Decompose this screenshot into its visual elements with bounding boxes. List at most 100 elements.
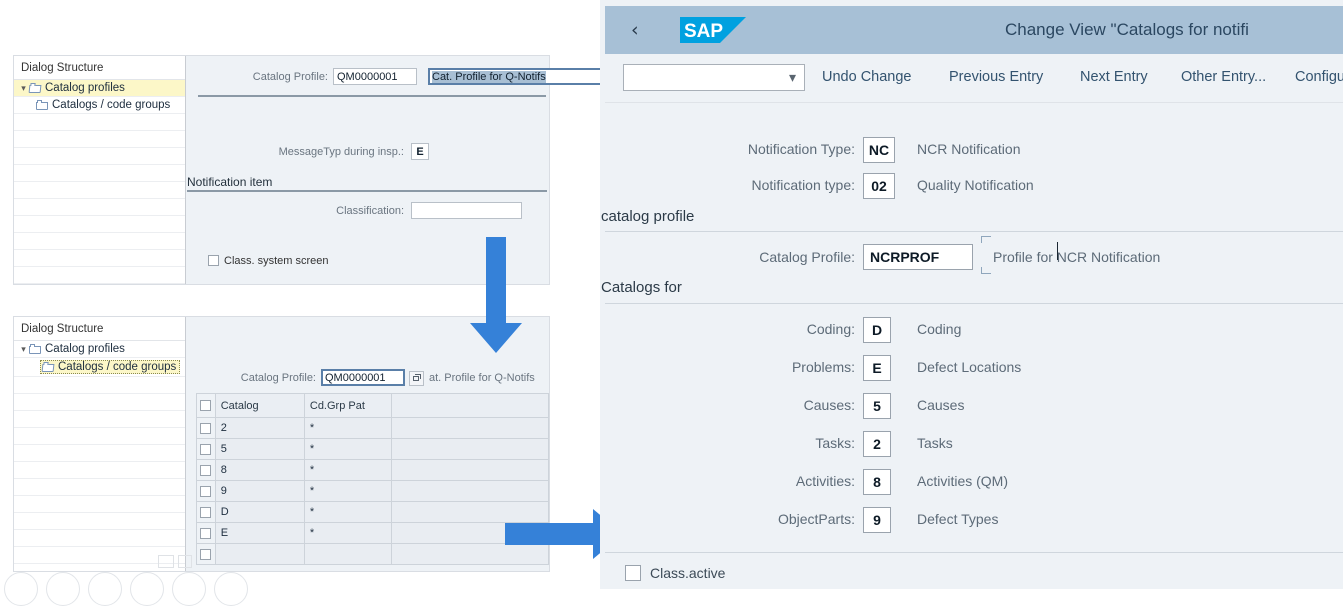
row-select-cell[interactable] — [196, 459, 216, 481]
sap-form-body: Notification Type: NC NCR Notification N… — [601, 103, 1343, 589]
row-checkbox[interactable] — [200, 443, 212, 455]
value-help-icon[interactable] — [409, 371, 424, 387]
previous-entry-button[interactable]: Previous Entry — [949, 69, 1043, 85]
chevron-down-icon[interactable]: ▾ — [789, 70, 796, 86]
class-active-row[interactable]: Class.active — [625, 564, 725, 582]
folder-open-icon — [41, 362, 55, 372]
back-chevron-icon[interactable]: ‹ — [631, 20, 643, 40]
classification-input[interactable] — [411, 202, 522, 219]
text-cursor — [1057, 242, 1058, 260]
row-checkbox[interactable] — [200, 485, 212, 497]
configuration-button[interactable]: Configuration — [1295, 69, 1343, 85]
other-entry-button[interactable]: Other Entry... — [1181, 69, 1266, 85]
tree-item-catalog-profiles[interactable]: ▾ Catalog profiles — [14, 80, 185, 97]
select-all-cell[interactable] — [196, 393, 216, 418]
undo-change-button[interactable]: Undo Change — [822, 69, 912, 85]
notification-subtype-input[interactable]: 02 — [863, 173, 895, 199]
tree-row-empty — [14, 513, 185, 530]
back-circle-icon[interactable] — [4, 572, 38, 606]
edit-circle-icon[interactable] — [88, 572, 122, 606]
row-select-cell[interactable] — [196, 501, 216, 523]
catalog-profile-label: Catalog Profile: — [252, 71, 328, 83]
table-row[interactable]: E * — [196, 522, 550, 544]
table-row[interactable] — [196, 543, 550, 565]
tree-row-empty — [14, 199, 185, 216]
table-row[interactable]: 5 * — [196, 438, 550, 460]
tree-row-empty — [14, 250, 185, 267]
tree-item-label: Catalogs / code groups — [58, 361, 177, 373]
dialog-structure-tree-top: Dialog Structure ▾ Catalog profiles Cata… — [14, 56, 186, 284]
notification-type-description: NCR Notification — [917, 141, 1021, 157]
class-active-checkbox[interactable] — [625, 564, 641, 581]
row-checkbox[interactable] — [200, 422, 212, 434]
table-row[interactable]: 9 * — [196, 480, 550, 502]
catalog-profile-description-input[interactable]: Cat. Profile for Q-Notifs — [428, 68, 603, 85]
catalog-profile-input[interactable]: QM0000001 — [333, 68, 417, 85]
table-row[interactable]: D * — [196, 501, 550, 523]
table-row[interactable]: 8 * — [196, 459, 550, 481]
row-select-cell[interactable] — [196, 522, 216, 544]
notification-type-input[interactable]: NC — [863, 137, 895, 163]
catalog-row-input[interactable]: D — [863, 317, 891, 343]
refresh-circle-icon[interactable] — [172, 572, 206, 606]
notification-subtype-label: Notification type: — [751, 177, 856, 193]
catalogs-code-groups-form: Catalog Profile: QM0000001 at. Profile f… — [186, 317, 550, 571]
tree-row-empty — [14, 131, 185, 148]
next-entry-button[interactable]: Next Entry — [1080, 69, 1148, 85]
row-checkbox[interactable] — [200, 464, 212, 476]
tree-item-catalogs-code-groups[interactable]: Catalogs / code groups — [14, 97, 185, 114]
catalog-profile-input[interactable]: QM0000001 — [321, 369, 405, 386]
table-row[interactable]: 2 * — [196, 417, 550, 439]
class-system-screen-label: Class. system screen — [224, 254, 329, 267]
column-header-catalog[interactable]: Catalog — [214, 393, 305, 418]
column-header-filler — [390, 393, 550, 418]
window-circle-icon[interactable] — [130, 572, 164, 606]
chevron-down-icon[interactable]: ▾ — [18, 344, 29, 355]
catalog-row-input[interactable]: 9 — [863, 507, 891, 533]
row-select-cell[interactable] — [196, 543, 216, 565]
tree-row-empty — [14, 267, 185, 284]
cell-catalog — [214, 543, 305, 565]
tree-item-catalog-profiles[interactable]: ▾ Catalog profiles — [14, 341, 185, 358]
cell-cd-grp-pat: * — [303, 417, 392, 439]
more-circle-icon[interactable] — [214, 572, 248, 606]
toolbar-dropdown[interactable]: ▾ — [623, 64, 805, 91]
catalog-row-input[interactable]: 8 — [863, 469, 891, 495]
catalog-row-input[interactable]: 2 — [863, 431, 891, 457]
row-select-cell[interactable] — [196, 438, 216, 460]
message-type-input[interactable]: E — [411, 143, 429, 160]
catalog-row-input[interactable]: 5 — [863, 393, 891, 419]
tree-row-empty — [14, 377, 185, 394]
class-system-screen-row[interactable]: Class. system screen — [208, 252, 329, 270]
sap-header-bar: ‹ SAP Change View "Catalogs for notifi — [605, 6, 1343, 54]
tree-row-empty — [14, 445, 185, 462]
tree-item-label: Catalog profiles — [45, 343, 125, 355]
row-checkbox[interactable] — [200, 527, 212, 539]
folder-open-icon — [28, 83, 42, 93]
chevron-down-icon[interactable]: ▾ — [18, 83, 29, 94]
catalog-row-label: ObjectParts: — [777, 511, 855, 527]
cell-cd-grp-pat — [303, 543, 392, 565]
row-select-cell[interactable] — [196, 480, 216, 502]
class-system-screen-checkbox[interactable] — [208, 255, 219, 267]
catalogs-table: Catalog Cd.Grp Pat 2 * 5 * 8 * 9 * D * E * — [196, 393, 550, 565]
forward-circle-icon[interactable] — [46, 572, 80, 606]
row-select-cell[interactable] — [196, 417, 216, 439]
cell-catalog: D — [214, 501, 305, 523]
catalog-row-description: Coding — [917, 321, 962, 337]
catalog-row-label: Tasks: — [815, 435, 855, 451]
catalog-profile-description: at. Profile for Q-Notifs — [429, 372, 535, 384]
catalog-row-input[interactable]: E — [863, 355, 891, 381]
tree-row-empty — [14, 165, 185, 182]
sap-logo: SAP — [680, 17, 746, 43]
sap-catalog-profile-input[interactable]: NCRPROF — [863, 244, 973, 270]
catalogs-section-title: Catalogs for — [601, 279, 682, 296]
select-all-checkbox[interactable] — [200, 400, 212, 412]
column-header-cd-grp-pat[interactable]: Cd.Grp Pat — [303, 393, 392, 418]
row-checkbox[interactable] — [200, 548, 212, 560]
tree-item-catalogs-code-groups[interactable]: Catalogs / code groups — [14, 358, 185, 377]
catalog-profile-label: Catalog Profile: — [240, 372, 316, 384]
tree-item-selected-wrapper[interactable]: Catalogs / code groups — [40, 360, 181, 374]
row-checkbox[interactable] — [200, 506, 212, 518]
tree-row-empty — [14, 530, 185, 547]
